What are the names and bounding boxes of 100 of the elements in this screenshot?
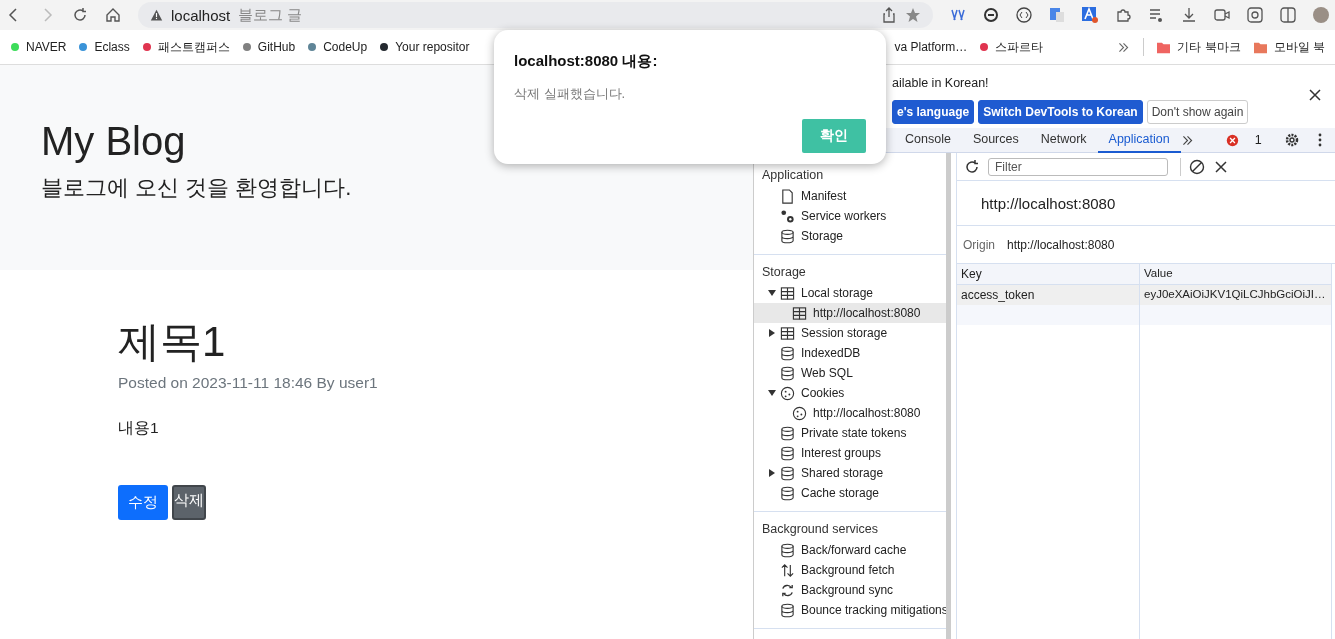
collapsed-arrow-icon[interactable] <box>768 469 776 477</box>
bookmark-label: CodeUp <box>323 40 368 54</box>
collapsed-arrow-icon[interactable] <box>768 329 776 337</box>
file-icon <box>780 188 795 204</box>
banner-button[interactable]: Don't show again <box>1146 100 1249 124</box>
database-icon <box>780 542 795 558</box>
column-header[interactable]: Value <box>1140 264 1332 284</box>
table-icon <box>792 305 807 321</box>
bookmark-folder[interactable]: 모바일 북 <box>1253 38 1325 56</box>
star-icon[interactable] <box>905 7 921 23</box>
tree-item[interactable]: Back/forward cache <box>754 540 946 560</box>
tree-item[interactable]: Shared storage <box>754 463 946 483</box>
post-meta: Posted on 2023-11-11 18:46 By user1 <box>118 374 379 392</box>
bookmark-label: 스파르타 <box>995 38 1044 56</box>
bookmark[interactable]: Your repositor <box>380 40 470 54</box>
tree-item[interactable]: Local storage <box>754 283 946 303</box>
share-icon[interactable] <box>881 7 897 23</box>
close-icon[interactable] <box>1307 87 1323 103</box>
post-body: 내용1 <box>118 418 160 438</box>
playlist-icon[interactable] <box>1148 7 1164 23</box>
refresh-icon[interactable] <box>964 158 980 175</box>
bookmark[interactable]: 패스트캠퍼스 <box>142 38 230 56</box>
devtools-tab[interactable]: Network <box>1029 127 1098 153</box>
bookmark-label: Eclass <box>94 40 130 54</box>
tree-item-label: Storage <box>801 229 844 243</box>
origin-label: Origin <box>963 237 995 252</box>
reload-icon[interactable] <box>72 7 88 23</box>
section-heading: Application <box>761 167 825 184</box>
download-icon[interactable] <box>1181 7 1197 23</box>
extension-icon[interactable] <box>950 7 966 23</box>
bookmark-label: GitHub <box>257 40 296 54</box>
tree-item[interactable]: Storage <box>754 226 946 246</box>
clear-icon[interactable] <box>1189 158 1205 175</box>
tree-item[interactable]: Cookies <box>754 383 946 403</box>
blog-title: My Blog <box>41 118 187 165</box>
origin-heading: http://localhost:8080 <box>981 194 1116 212</box>
origin-value: http://localhost:8080 <box>1007 237 1115 252</box>
tree-item-label: Background fetch <box>801 563 895 577</box>
tree-item-label: http://localhost:8080 <box>813 406 921 420</box>
post-title: 제목1 <box>118 317 227 367</box>
column-header[interactable]: Key <box>957 264 1140 284</box>
cookie-icon <box>792 405 807 421</box>
tree-item[interactable]: Web SQL <box>754 363 946 383</box>
home-icon[interactable] <box>105 7 121 23</box>
database-icon <box>780 485 795 501</box>
database-icon <box>780 602 795 618</box>
bookmark[interactable]: va Platform… <box>894 40 968 54</box>
letter-a-icon[interactable] <box>1082 7 1098 23</box>
tree-item[interactable]: http://localhost:8080 <box>754 403 946 423</box>
error-icon <box>1225 133 1239 147</box>
section-heading: Storage <box>761 264 807 281</box>
tree-item[interactable]: Manifest <box>754 186 946 206</box>
folder-label: 모바일 북 <box>1273 38 1325 56</box>
tree-item[interactable]: Service workers <box>754 206 946 226</box>
tree-item-label: IndexedDB <box>801 346 861 360</box>
bookmark[interactable]: Eclass <box>79 40 130 54</box>
split-view-icon[interactable] <box>1280 7 1296 23</box>
devtools-tab[interactable]: Application <box>1097 127 1181 153</box>
bookmark[interactable]: NAVER <box>11 40 67 54</box>
tree-item[interactable]: Background sync <box>754 580 946 600</box>
bookmark[interactable]: GitHub <box>242 40 296 54</box>
tree-item[interactable]: Session storage <box>754 323 946 343</box>
close-icon[interactable] <box>1213 158 1229 175</box>
tree-item[interactable]: Background fetch <box>754 560 946 580</box>
avatar-icon[interactable] <box>1313 7 1329 23</box>
chevrons-icon[interactable] <box>1180 133 1194 147</box>
devtools-tab[interactable]: Console <box>894 127 962 153</box>
tree-item[interactable]: Cache storage <box>754 483 946 503</box>
delete-button[interactable]: 삭제 <box>172 485 206 520</box>
camera-icon[interactable] <box>1214 7 1230 23</box>
tree-item-label: Bounce tracking mitigations <box>801 603 948 617</box>
devtools-tab[interactable]: Sources <box>961 127 1030 153</box>
table-row[interactable]: access_token eyJ0eXAiOiJKV1QiLCJhbGciOiJI… <box>957 285 1332 305</box>
puzzle-icon[interactable] <box>1115 7 1131 23</box>
bookmark[interactable]: CodeUp <box>308 40 368 54</box>
banner-text: ailable in Korean! <box>892 76 989 90</box>
edit-button[interactable]: 수정 <box>118 485 168 520</box>
filter-field[interactable]: Filter <box>988 157 1168 176</box>
chevrons-icon[interactable] <box>1117 40 1131 54</box>
blog-subtitle: 블로그에 오신 것을 환영합니다. <box>41 174 353 202</box>
expanded-arrow-icon[interactable] <box>768 389 776 397</box>
updown-icon <box>780 562 795 578</box>
address-bar[interactable]: localhost 블로그 글 <box>138 2 933 28</box>
banner-button[interactable]: e's language <box>892 100 975 124</box>
expanded-arrow-icon[interactable] <box>768 289 776 297</box>
bookmark-folder[interactable]: 기타 북마크 <box>1157 38 1241 56</box>
tree-item[interactable]: IndexedDB <box>754 343 946 363</box>
tree-item-label: Background sync <box>801 583 894 597</box>
settings-icon[interactable] <box>1283 132 1300 148</box>
tree-item[interactable]: http://localhost:8080 <box>754 303 946 323</box>
warning-icon <box>150 8 163 22</box>
bookmark[interactable]: 스파르타 <box>980 38 1044 56</box>
screenshot-icon[interactable] <box>1247 7 1263 23</box>
banner-button[interactable]: Switch DevTools to Korean <box>978 100 1143 124</box>
tree-item[interactable]: Interest groups <box>754 443 946 463</box>
table-icon <box>780 325 795 341</box>
tree-item[interactable]: Bounce tracking mitigations <box>754 600 946 620</box>
tree-item[interactable]: Private state tokens <box>754 423 946 443</box>
code-braces-icon[interactable] <box>1016 7 1032 23</box>
error-count[interactable]: 1 <box>1254 133 1262 147</box>
